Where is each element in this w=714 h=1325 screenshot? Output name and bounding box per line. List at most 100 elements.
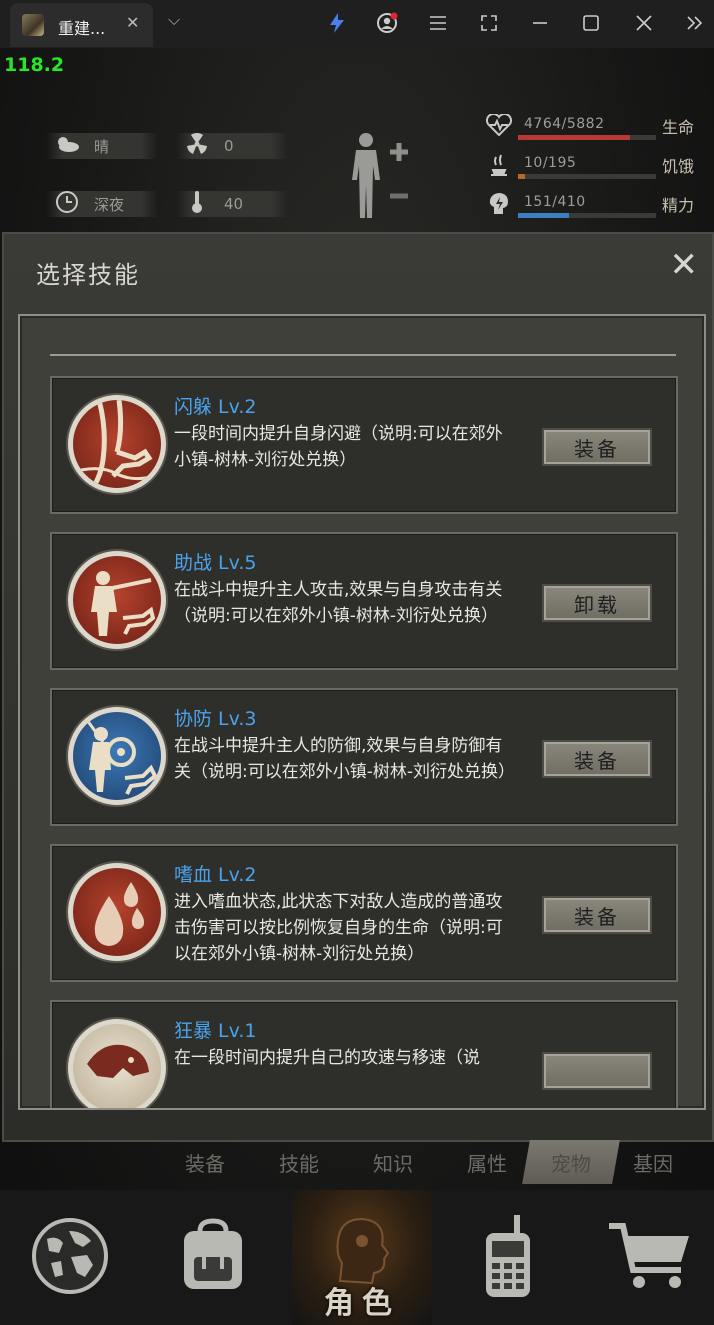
unequip-button[interactable]: 卸载 [542, 584, 652, 622]
tab-pets[interactable]: 宠物 [522, 1140, 620, 1184]
clock-icon [52, 190, 82, 219]
skill-name: 闪躲 Lv.2 [174, 396, 257, 418]
browser-tab-bar: 重建... ✕ ⌵ [0, 0, 714, 48]
tab-skills[interactable]: 技能 [254, 1140, 344, 1184]
minimize-icon[interactable] [525, 8, 555, 38]
tab-pets-label: 宠物 [551, 1151, 591, 1176]
backpack-icon [174, 1217, 252, 1299]
skill-name: 狂暴 Lv.1 [174, 1020, 257, 1042]
skill-card: 闪躲 Lv.2 一段时间内提升自身闪避（说明:可以在郊外小镇-树林-刘衍处兑换）… [50, 376, 678, 514]
radiation-chip: 0 [176, 132, 288, 160]
hunger-value: 10/195 [524, 155, 577, 171]
tab-attributes-label: 属性 [467, 1151, 507, 1176]
weather-value: 晴 [94, 137, 110, 156]
radiation-icon [182, 132, 212, 160]
tab-equipment-label: 装备 [185, 1151, 225, 1176]
health-stat: 4764/5882 生命 [484, 112, 704, 144]
select-skill-dialog: 选择技能 ✕ 闪躲 Lv.2 一段时间内提升自身闪避（说明:可以在郊外小镇-树林… [2, 232, 714, 1142]
health-value: 4764/5882 [524, 116, 605, 132]
fps-counter: 118.2 [4, 54, 65, 76]
hunger-stat: 10/195 饥饿 [484, 153, 704, 183]
skill-description: 在战斗中提升主人的防御,效果与自身防御有关（说明:可以在郊外小镇-树林-刘衍处兑… [174, 736, 515, 782]
nav-character-label: 角色 [324, 1286, 400, 1321]
heartbeat-icon [484, 112, 514, 141]
temperature-chip: 40 [176, 190, 288, 219]
equip-button[interactable]: 装备 [542, 740, 652, 778]
nav-shop[interactable] [580, 1190, 714, 1325]
food-icon [484, 153, 514, 182]
bloodlust-icon [68, 863, 166, 961]
screenshot-icon[interactable] [474, 8, 504, 38]
menu-icon[interactable] [423, 8, 453, 38]
cart-icon [607, 1220, 693, 1296]
energy-value: 151/410 [524, 194, 586, 210]
tab-attributes[interactable]: 属性 [442, 1140, 532, 1184]
profile-icon[interactable] [372, 8, 402, 38]
defense-icon [68, 707, 166, 805]
skill-description: 一段时间内提升自身闪避（说明:可以在郊外小镇-树林-刘衍处兑换） [174, 424, 503, 470]
dialog-close-icon[interactable]: ✕ [670, 248, 699, 282]
skill-card: 协防 Lv.3 在战斗中提升主人的防御,效果与自身防御有关（说明:可以在郊外小镇… [50, 688, 678, 826]
list-divider [50, 354, 676, 356]
time-value: 深夜 [94, 195, 125, 214]
equip-button[interactable]: 装备 [542, 896, 652, 934]
weather-chip: 晴 [46, 133, 158, 159]
tab-skills-label: 技能 [279, 1151, 319, 1176]
lightning-icon[interactable] [322, 8, 352, 38]
tab-close-icon[interactable]: ✕ [126, 13, 139, 32]
radio-icon [478, 1213, 538, 1303]
hunger-label: 饥饿 [661, 157, 694, 176]
skill-description: 在一段时间内提升自己的攻速与移速（说 [174, 1048, 480, 1068]
hunger-bar-fill [518, 174, 525, 179]
tab-equipment[interactable]: 装备 [160, 1140, 250, 1184]
hunger-bar [518, 174, 656, 179]
energy-bar-fill [518, 213, 570, 218]
energy-stat: 151/410 精力 [484, 192, 704, 222]
browser-tab[interactable]: 重建... ✕ [10, 3, 153, 47]
skill-name: 助战 Lv.5 [174, 552, 257, 574]
skill-name: 协防 Lv.3 [174, 708, 257, 730]
body-status-figure[interactable] [346, 130, 416, 220]
berserk-icon [68, 1019, 166, 1108]
skill-list[interactable]: 闪躲 Lv.2 一段时间内提升自身闪避（说明:可以在郊外小镇-树林-刘衍处兑换）… [18, 314, 706, 1110]
health-bar [518, 135, 656, 140]
energy-label: 精力 [661, 196, 694, 215]
skill-description: 进入嗜血状态,此状态下对敌人造成的普通攻击伤害可以按比例恢复自身的生命（说明:可… [174, 892, 503, 964]
nav-radio[interactable] [438, 1190, 578, 1325]
dodge-icon [68, 395, 166, 493]
dialog-title: 选择技能 [36, 261, 140, 289]
more-icon[interactable] [680, 8, 710, 38]
health-bar-fill [518, 135, 630, 140]
character-subtabs: 装备 技能 知识 属性 宠物 基因 [160, 1140, 714, 1186]
skill-description: 在战斗中提升主人攻击,效果与自身攻击有关（说明:可以在郊外小镇-树林-刘衍处兑换… [174, 580, 503, 626]
energy-icon [484, 192, 514, 221]
skill-name: 嗜血 Lv.2 [174, 864, 257, 886]
skill-card: 助战 Lv.5 在战斗中提升主人攻击,效果与自身攻击有关（说明:可以在郊外小镇-… [50, 532, 678, 670]
temperature-value: 40 [224, 195, 244, 213]
radiation-value: 0 [224, 137, 234, 155]
tab-genes-label: 基因 [633, 1151, 673, 1176]
energy-bar [518, 213, 656, 218]
maximize-icon[interactable] [576, 8, 606, 38]
bottom-navigation: 角色 [0, 1190, 714, 1325]
equip-button[interactable] [542, 1052, 652, 1090]
health-label: 生命 [661, 118, 694, 137]
nav-character[interactable]: 角色 [292, 1190, 432, 1325]
thermometer-icon [182, 190, 212, 219]
tab-list-chevron-icon[interactable]: ⌵ [168, 10, 180, 30]
tab-knowledge-label: 知识 [373, 1151, 413, 1176]
nav-inventory[interactable] [143, 1190, 283, 1325]
assist-icon [68, 551, 166, 649]
tab-knowledge[interactable]: 知识 [348, 1140, 438, 1184]
time-chip: 深夜 [46, 190, 158, 219]
skill-card: 嗜血 Lv.2 进入嗜血状态,此状态下对敌人造成的普通攻击伤害可以按比例恢复自身… [50, 844, 678, 982]
skill-card: 狂暴 Lv.1 在一段时间内提升自己的攻速与移速（说 [50, 1000, 678, 1108]
tab-genes[interactable]: 基因 [608, 1140, 698, 1184]
globe-icon [31, 1217, 109, 1299]
game-favicon-icon [22, 14, 44, 36]
equip-button[interactable]: 装备 [542, 428, 652, 466]
close-window-icon[interactable] [629, 8, 659, 38]
cloudy-sun-icon [52, 134, 82, 159]
nav-map[interactable] [0, 1190, 140, 1325]
tab-title: 重建... [58, 19, 106, 38]
